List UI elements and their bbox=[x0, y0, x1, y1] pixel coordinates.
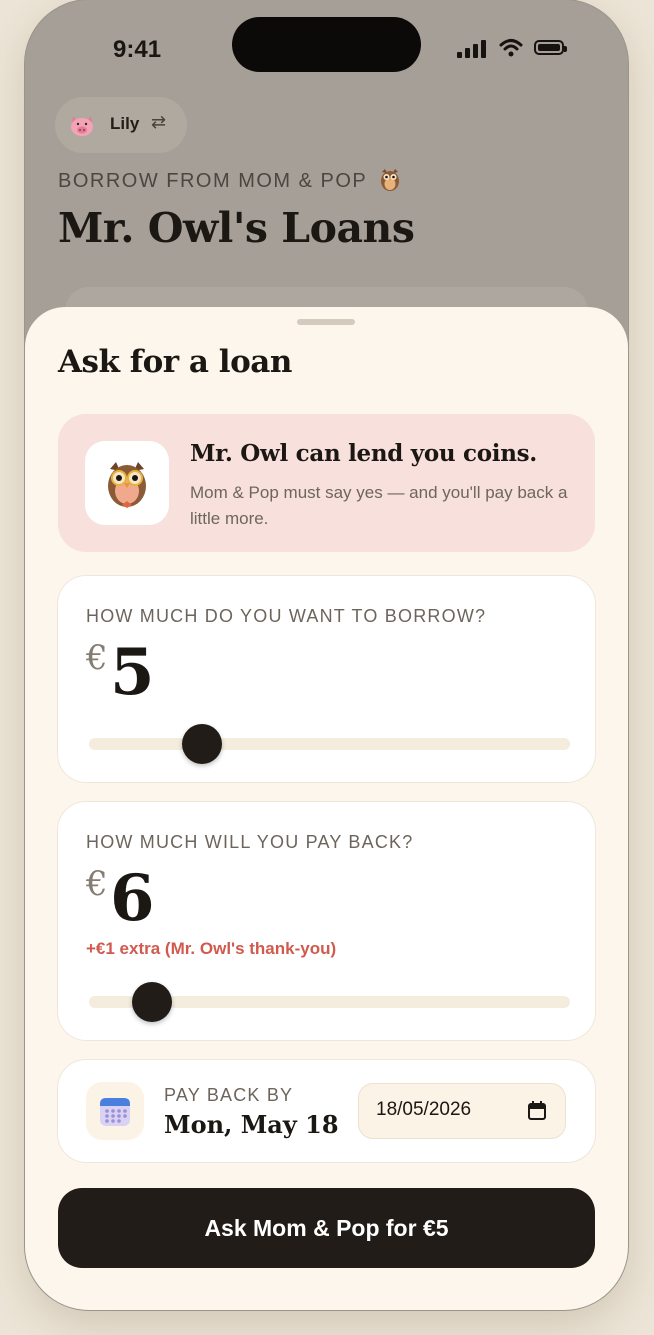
owl-icon bbox=[108, 462, 146, 508]
payback-extra-note: +€1 extra (Mr. Owl's thank-you) bbox=[86, 939, 337, 958]
currency-symbol: € bbox=[86, 864, 108, 904]
calendar-picker-icon[interactable] bbox=[527, 1101, 547, 1121]
page-title: Mr. Owl's Loans bbox=[58, 204, 415, 252]
ask-loan-button-label: Ask Mom & Pop for €5 bbox=[204, 1214, 449, 1241]
pig-face-icon bbox=[71, 116, 93, 136]
ask-loan-button[interactable]: Ask Mom & Pop for €5 bbox=[58, 1188, 595, 1268]
due-date-label: PAY BACK BY bbox=[164, 1085, 294, 1105]
owl-icon bbox=[381, 169, 399, 191]
due-date-value: Mon, May 18 bbox=[164, 1110, 339, 1139]
borrow-label: HOW MUCH DO YOU WANT TO BORROW? bbox=[86, 606, 487, 626]
profile-switcher[interactable]: Lily ⇄ bbox=[55, 97, 187, 153]
sheet-title: Ask for a loan bbox=[58, 344, 292, 380]
status-time: 9:41 bbox=[113, 36, 162, 63]
borrow-amount-card: HOW MUCH DO YOU WANT TO BORROW? € 5 bbox=[58, 576, 595, 782]
status-bar: 9:41 bbox=[25, 0, 628, 100]
cellular-signal-icon bbox=[457, 40, 487, 58]
info-title: Mr. Owl can lend you coins. bbox=[190, 440, 537, 467]
phone-frame: 9:41 Lily ⇄ BORROW FROM MOM & POP Mr. Ow… bbox=[25, 0, 628, 1310]
payback-amount-value: 6 bbox=[110, 861, 155, 936]
due-date-card: PAY BACK BY Mon, May 18 18/05/2026 bbox=[58, 1060, 595, 1162]
loan-request-sheet: Ask for a loan Mr. Owl can lend you coin… bbox=[25, 307, 628, 1310]
borrow-slider-thumb[interactable] bbox=[182, 724, 223, 764]
calendar-tile bbox=[86, 1082, 144, 1140]
borrow-amount-value: 5 bbox=[110, 635, 155, 710]
payback-slider[interactable] bbox=[89, 982, 570, 1022]
swap-arrows-icon: ⇄ bbox=[151, 112, 167, 133]
dynamic-island bbox=[232, 17, 421, 72]
sheet-grabber[interactable] bbox=[297, 319, 355, 325]
due-date-input-value: 18/05/2026 bbox=[376, 1099, 472, 1120]
calendar-icon bbox=[100, 1098, 130, 1126]
currency-symbol: € bbox=[86, 638, 108, 678]
due-date-input[interactable]: 18/05/2026 bbox=[359, 1084, 565, 1138]
payback-amount-card: HOW MUCH WILL YOU PAY BACK? € 6 +€1 extr… bbox=[58, 802, 595, 1040]
page-eyebrow: BORROW FROM MOM & POP bbox=[58, 170, 368, 192]
borrow-slider[interactable] bbox=[89, 724, 570, 764]
owl-avatar-tile bbox=[85, 441, 169, 525]
payback-slider-thumb[interactable] bbox=[131, 982, 172, 1022]
info-body: Mom & Pop must say yes — and you'll pay … bbox=[190, 483, 568, 528]
info-card: Mr. Owl can lend you coins. Mom & Pop mu… bbox=[58, 414, 595, 552]
battery-icon bbox=[534, 40, 567, 55]
payback-label: HOW MUCH WILL YOU PAY BACK? bbox=[86, 832, 414, 852]
wifi-icon bbox=[499, 39, 523, 57]
profile-name: Lily bbox=[110, 114, 140, 133]
